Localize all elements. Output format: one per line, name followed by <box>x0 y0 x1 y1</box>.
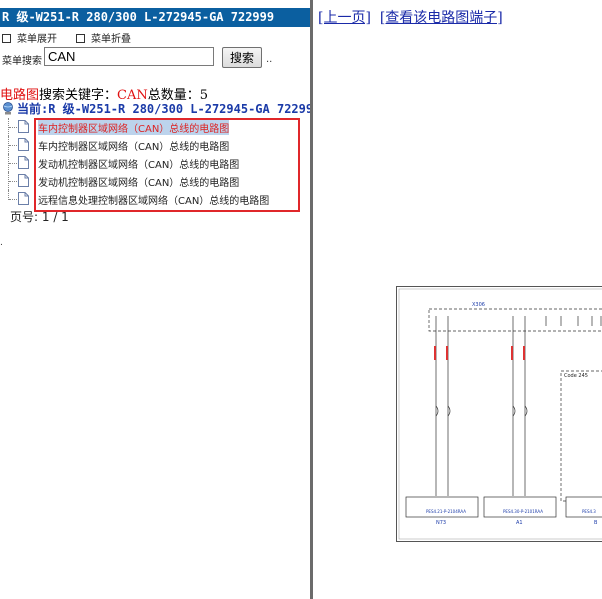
view-terminals-link[interactable]: [查看该电路图端子] <box>380 10 503 26</box>
document-icon <box>18 156 29 169</box>
model-title: R 级-W251-R 280/300 L-272945-GA 722999 <box>0 8 310 27</box>
search-button[interactable]: 搜索 <box>222 47 262 68</box>
results-highlight-box <box>34 118 300 212</box>
tree-current-node[interactable]: 当前:R 级-W251-R 280/300 L-272945-GA 722999 <box>2 100 310 117</box>
component-label-3: PES4.3 <box>582 509 596 514</box>
component-ref-2: A1 <box>516 520 523 526</box>
document-icon <box>18 192 29 205</box>
nav-links: [上一页] [查看该电路图端子] <box>318 7 503 27</box>
menu-expand-label: 菜单展开 <box>17 34 57 45</box>
document-icon <box>18 174 29 187</box>
connector-label: X306 <box>472 302 485 308</box>
search-trailing: .. <box>266 54 273 65</box>
pager: 页号: 1 / 1 <box>10 208 69 225</box>
search-input[interactable] <box>44 47 214 66</box>
tiny-mark: . <box>0 238 3 248</box>
left-panel: R 级-W251-R 280/300 L-272945-GA 722999 菜单… <box>0 0 310 599</box>
prev-page-link[interactable]: [上一页] <box>318 10 371 26</box>
component-boxes <box>405 496 602 518</box>
right-panel: [上一页] [查看该电路图端子] X306 Code 245 PES4.21-P… <box>313 0 602 599</box>
pager-value: 1 / 1 <box>41 210 69 224</box>
menu-collapse-control[interactable]: 菜单折叠 <box>76 30 131 45</box>
tree-current-label: 当前:R 级-W251-R 280/300 L-272945-GA 722999 <box>17 102 310 116</box>
component-label-1: PES4.21-P-2104RAA <box>426 509 466 514</box>
document-icon <box>18 120 29 133</box>
component-ref-1: N73 <box>436 520 446 526</box>
menu-collapse-label: 菜单折叠 <box>91 34 131 45</box>
circuit-diagram[interactable]: X306 Code 245 PES4.21-P-2104RAA PES4.30-… <box>396 286 602 544</box>
pager-label: 页号: <box>10 210 39 224</box>
globe-icon <box>3 102 13 115</box>
component-label-2: PES4.30-P-2101RAA <box>503 509 543 514</box>
collapse-icon <box>76 34 85 43</box>
menu-expand-control[interactable]: 菜单展开 <box>2 30 57 45</box>
code-label: Code 245 <box>564 373 588 379</box>
search-label: 菜单搜索 <box>2 56 42 67</box>
document-icon <box>18 138 29 151</box>
component-ref-3: B <box>594 520 598 526</box>
expand-icon <box>2 34 11 43</box>
